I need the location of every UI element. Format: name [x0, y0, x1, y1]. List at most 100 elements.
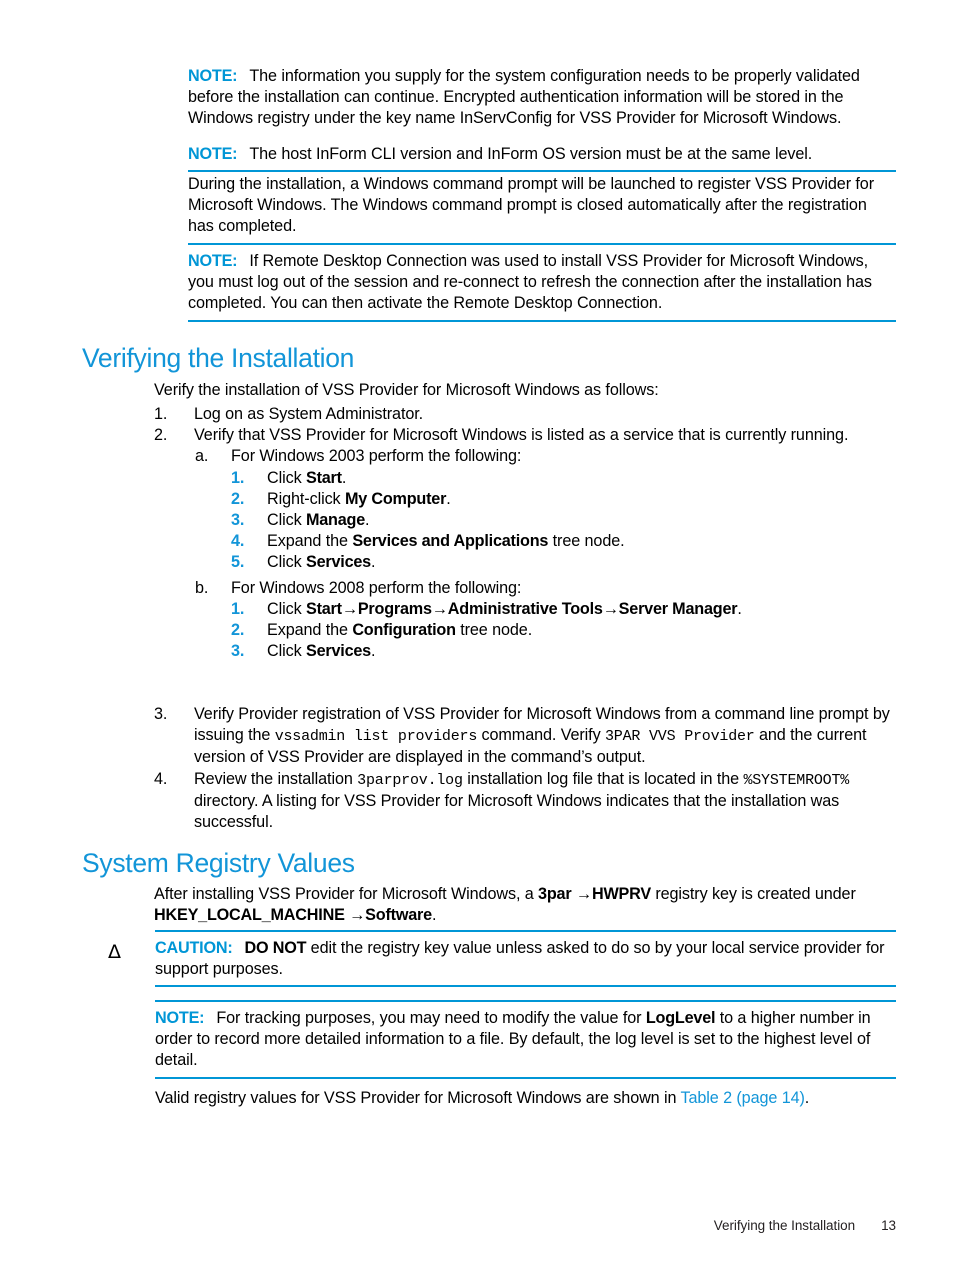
list-item: 4. Review the installation 3parprov.log … — [154, 769, 896, 834]
list-item-text: Click Start. — [267, 468, 896, 489]
step-text-post: . — [446, 489, 451, 508]
registry-seg-1: After installing VSS Provider for Micros… — [154, 885, 539, 903]
list-marker: 2. — [231, 621, 245, 640]
registry-intro-block: After installing VSS Provider for Micros… — [154, 884, 864, 926]
list-item: 3. Verify Provider registration of VSS P… — [154, 704, 896, 769]
admonition-divider — [188, 319, 896, 322]
list-item-text: Verify Provider registration of VSS Prov… — [194, 704, 896, 769]
step-ui-label: Start→Programs→Administrative Tools→Serv… — [305, 599, 738, 618]
step-ui-label: Services — [305, 642, 371, 661]
step-text-post: . — [370, 642, 376, 661]
list-marker: 1. — [231, 468, 245, 487]
note-block-1: NOTE: The information you supply for the … — [188, 60, 896, 135]
note-4-loglevel: LogLevel — [645, 1009, 716, 1027]
table-2-crossreference-link[interactable]: Table 2 (page 14) — [681, 1089, 805, 1107]
step-text-pre: Click — [267, 468, 306, 487]
step-text-pre: Expand the — [267, 621, 353, 640]
list-item: 1. Click Start→Programs→Administrative T… — [231, 599, 896, 620]
list-marker: 1. — [154, 405, 168, 423]
item4-segment-3: directory. A listing for VSS Provider fo… — [194, 791, 840, 832]
step-text-pre: Expand the — [267, 532, 353, 551]
list-item: a. For Windows 2003 perform the followin… — [195, 446, 896, 467]
step-text-pre: Right-click — [267, 489, 345, 508]
list-item-text: Click Services. — [267, 641, 896, 662]
step-text-post: . — [341, 468, 347, 487]
caution-label: CAUTION: — [155, 939, 233, 957]
admonition-divider — [155, 1076, 896, 1079]
step-text-post: . — [365, 511, 370, 530]
footer-chapter-title: Verifying the Installation — [713, 1218, 856, 1233]
step-text-post: tree node. — [455, 621, 533, 640]
list-marker: 2. — [231, 489, 245, 508]
step-text-pre: Click — [267, 599, 306, 618]
admonition-divider — [155, 985, 896, 988]
caution-block: CAUTION: DO NOT edit the registry key val… — [155, 930, 896, 988]
step-text-pre: Click — [267, 511, 306, 530]
note-label: NOTE: — [188, 145, 238, 163]
sublist-b-steps: 1. Click Start→Programs→Administrative T… — [231, 599, 896, 663]
intro-paragraph: During the installation, a Windows comma… — [188, 175, 874, 236]
step-ui-label: Services and Applications — [352, 532, 549, 551]
list-marker: 5. — [231, 553, 245, 572]
closing-paragraph: Valid registry values for VSS Provider f… — [155, 1088, 896, 1109]
item4-segment-1: Review the installation — [194, 769, 358, 788]
list-item: 5. Click Services. — [231, 552, 896, 573]
closing-pre-text: Valid registry values for VSS Provider f… — [155, 1089, 681, 1107]
list-item-text: Right-click My Computer. — [267, 489, 896, 510]
note-1-text: The information you supply for the syste… — [188, 67, 860, 128]
list-item: 3. Click Services. — [231, 641, 896, 662]
note-3-paragraph: NOTE: If Remote Desktop Connection was us… — [188, 251, 896, 315]
list-item: 2. Right-click My Computer. — [231, 489, 896, 510]
log-file-code: 3parprov.log — [357, 771, 463, 789]
list-item: b. For Windows 2008 perform the followin… — [195, 578, 896, 599]
closing-paragraph-block: Valid registry values for VSS Provider f… — [155, 1088, 896, 1109]
provider-name-code: 3PAR VVS Provider — [604, 728, 755, 746]
list-item: 1. Log on as System Administrator. — [154, 404, 896, 425]
step-ui-label: Services — [305, 553, 371, 572]
list-item-text: Expand the Configuration tree node. — [267, 620, 896, 641]
step-text-post: tree node. — [548, 532, 625, 551]
step-ui-label: Configuration — [352, 621, 456, 640]
list-item: 2. Verify that VSS Provider for Microsof… — [154, 425, 896, 446]
caution-triangle-icon: Δ — [108, 941, 121, 963]
caution-emphasis: DO NOT — [244, 939, 307, 957]
list-marker: 3. — [154, 705, 168, 723]
step-text-pre: Click — [267, 642, 306, 661]
registry-hive-hklm: HKEY_LOCAL_MACHINE — [154, 906, 345, 925]
command-code: vssadmin list providers — [274, 728, 478, 746]
systemroot-code: %SYSTEMROOT% — [743, 771, 850, 789]
section-heading-verifying: Verifying the Installation — [82, 343, 355, 373]
note-block-4: NOTE: For tracking purposes, you may need… — [155, 1000, 896, 1079]
admonition-divider — [188, 170, 896, 173]
list-item: 4. Expand the Services and Applications … — [231, 531, 896, 552]
step-ui-label: My Computer — [344, 489, 447, 508]
step-text-pre: Click — [267, 553, 306, 572]
footer-page-number: 13 — [881, 1218, 896, 1233]
registry-key-3par: 3par — [538, 885, 572, 903]
list-marker: 4. — [154, 769, 168, 788]
list-item-text: Click Start→Programs→Administrative Tool… — [267, 599, 896, 620]
list-marker: a. — [195, 447, 209, 466]
registry-intro-paragraph: After installing VSS Provider for Micros… — [154, 884, 864, 926]
list-item-text: Expand the Services and Applications tre… — [267, 531, 896, 552]
note-block-2: NOTE: The host InForm CLI version and InF… — [188, 138, 896, 173]
verifying-steps-list-part2: 3. Verify Provider registration of VSS P… — [154, 704, 896, 833]
note-label: NOTE: — [188, 252, 238, 270]
intro-paragraph-block: During the installation, a Windows comma… — [188, 174, 896, 238]
caution-paragraph: CAUTION: DO NOT edit the registry key val… — [155, 938, 896, 980]
registry-seg-5: . — [431, 906, 437, 925]
verifying-lead-block: Verify the installation of VSS Provider … — [154, 380, 896, 401]
registry-arrow-2: → — [344, 906, 366, 925]
note-1-paragraph: NOTE: The information you supply for the … — [188, 66, 896, 130]
list-marker: 3. — [231, 642, 245, 661]
list-item-text: Click Manage. — [267, 510, 896, 531]
registry-arrow-1: → — [571, 885, 592, 903]
note-label: NOTE: — [155, 1009, 205, 1027]
verifying-lead-text: Verify the installation of VSS Provider … — [154, 381, 659, 399]
step-ui-label: Start — [305, 468, 342, 487]
step-ui-label: Manage — [305, 511, 366, 530]
list-item-text: Log on as System Administrator. — [194, 405, 424, 423]
note-4-paragraph: NOTE: For tracking purposes, you may need… — [155, 1008, 896, 1072]
note-block-3: NOTE: If Remote Desktop Connection was us… — [188, 243, 896, 322]
list-marker: 2. — [154, 426, 168, 445]
